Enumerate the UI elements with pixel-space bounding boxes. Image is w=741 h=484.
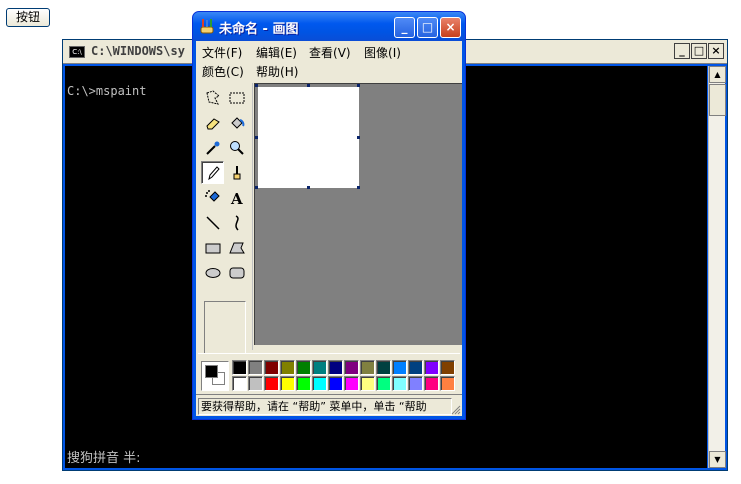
color-swatch[interactable] [344, 376, 359, 391]
rounded-rect-icon[interactable] [225, 261, 248, 284]
pencil-icon[interactable] [201, 161, 224, 184]
color-swatch[interactable] [312, 360, 327, 375]
scroll-thumb[interactable] [709, 84, 726, 116]
console-scrollbar[interactable]: ▲ ▼ [708, 66, 726, 468]
color-swatch[interactable] [376, 376, 391, 391]
color-swatch[interactable] [248, 360, 263, 375]
menu-help[interactable]: 帮助(H) [256, 63, 298, 80]
resize-handle[interactable] [307, 186, 310, 189]
menu-bar: 文件(F) 编辑(E) 查看(V) 图像(I) 颜色(C) 帮助(H) [196, 41, 462, 81]
color-swatch[interactable] [296, 376, 311, 391]
resize-handle[interactable] [357, 136, 360, 139]
resize-handle[interactable] [357, 186, 360, 189]
text-icon[interactable]: A [225, 186, 248, 209]
color-swatch[interactable] [344, 360, 359, 375]
scroll-up-arrow-icon[interactable]: ▲ [709, 66, 726, 83]
console-close-button[interactable]: × [708, 43, 724, 59]
paint-minimize-button[interactable]: _ [394, 17, 415, 38]
color-swatch[interactable] [392, 360, 407, 375]
cmd-icon: C:\ [69, 46, 85, 58]
free-select-icon[interactable] [201, 86, 224, 109]
color-swatch[interactable] [312, 376, 327, 391]
color-picker-icon[interactable] [201, 136, 224, 159]
color-swatch[interactable] [360, 360, 375, 375]
color-swatch[interactable] [424, 360, 439, 375]
menu-view[interactable]: 查看(V) [309, 44, 351, 61]
color-swatch[interactable] [408, 376, 423, 391]
page-button[interactable]: 按钮 [6, 8, 50, 27]
fill-icon[interactable] [225, 111, 248, 134]
rect-select-icon[interactable] [225, 86, 248, 109]
line-icon[interactable] [201, 211, 224, 234]
resize-handle [307, 84, 310, 87]
console-minimize-button[interactable]: _ [674, 43, 690, 59]
scroll-down-arrow-icon[interactable]: ▼ [709, 451, 726, 468]
menu-edit[interactable]: 编辑(E) [256, 44, 297, 61]
color-swatch[interactable] [296, 360, 311, 375]
paint-title-bar[interactable]: 未命名 - 画图 _ □ × [193, 12, 465, 41]
color-swatch[interactable] [264, 376, 279, 391]
color-swatch[interactable] [280, 376, 295, 391]
tool-options-box[interactable] [204, 301, 246, 355]
color-swatch[interactable] [376, 360, 391, 375]
color-swatch[interactable] [232, 360, 247, 375]
console-prompt-line: C:\>mspaint [67, 84, 147, 98]
color-swatch[interactable] [424, 376, 439, 391]
ime-status: 搜狗拼音 半: [67, 451, 141, 466]
paint-maximize-button[interactable]: □ [417, 17, 438, 38]
color-swatch[interactable] [440, 360, 455, 375]
color-swatch[interactable] [248, 376, 263, 391]
console-maximize-button[interactable]: □ [691, 43, 707, 59]
resize-handle [255, 186, 258, 189]
toolbox: A [198, 83, 253, 355]
foreground-color [205, 365, 218, 378]
rectangle-icon[interactable] [201, 236, 224, 259]
paint-window: 未命名 - 画图 _ □ × 文件(F) 编辑(E) 查看(V) 图像(I) 颜… [192, 11, 466, 420]
color-swatch[interactable] [360, 376, 375, 391]
drawing-canvas[interactable] [258, 87, 359, 188]
color-swatch[interactable] [328, 360, 343, 375]
menu-colors[interactable]: 颜色(C) [202, 63, 244, 80]
color-swatch[interactable] [440, 376, 455, 391]
color-swatch[interactable] [280, 360, 295, 375]
status-bar: 要获得帮助，请在 “帮助” 菜单中，单击 “帮助 [196, 394, 462, 416]
current-colors [201, 361, 229, 391]
curve-icon[interactable] [225, 211, 248, 234]
resize-handle [255, 84, 258, 87]
resize-handle [255, 136, 258, 139]
color-swatch[interactable] [264, 360, 279, 375]
paint-title: 未命名 - 画图 [219, 22, 299, 37]
resize-grip-icon[interactable] [450, 404, 461, 415]
ellipse-icon[interactable] [201, 261, 224, 284]
airbrush-icon[interactable] [201, 186, 224, 209]
status-message: 要获得帮助，请在 “帮助” 菜单中，单击 “帮助 [198, 398, 452, 415]
console-title: C:\WINDOWS\sy [91, 44, 185, 58]
color-swatch[interactable] [408, 360, 423, 375]
svg-text:A: A [230, 190, 243, 207]
color-swatch[interactable] [328, 376, 343, 391]
color-palette [198, 353, 460, 395]
menu-file[interactable]: 文件(F) [202, 44, 242, 61]
polygon-icon[interactable] [225, 236, 248, 259]
eraser-icon[interactable] [201, 111, 224, 134]
menu-image[interactable]: 图像(I) [364, 44, 401, 61]
magnifier-icon[interactable] [225, 136, 248, 159]
brush-icon[interactable] [225, 161, 248, 184]
color-swatch[interactable] [392, 376, 407, 391]
paint-app-icon [200, 19, 214, 34]
resize-handle [357, 84, 360, 87]
paint-close-button[interactable]: × [440, 17, 461, 38]
color-swatch[interactable] [232, 376, 247, 391]
canvas-area[interactable] [254, 83, 462, 345]
